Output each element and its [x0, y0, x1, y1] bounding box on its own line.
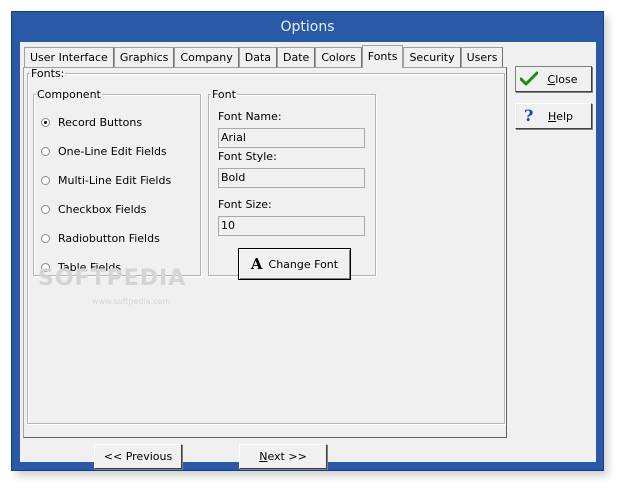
font-name-field[interactable]: Arial	[218, 128, 365, 148]
close-label: Close	[547, 72, 578, 86]
radio-label: Radiobutton Fields	[58, 232, 160, 245]
change-font-label: Change Font	[268, 257, 339, 271]
font-size-field[interactable]: 10	[218, 216, 365, 236]
radio-circle-selected	[41, 118, 50, 127]
font-letter-icon: A	[250, 255, 263, 273]
font-size-label: Font Size:	[218, 198, 272, 211]
radio-record-buttons[interactable]: Record Buttons	[41, 116, 142, 129]
fonts-tab-panel: Fonts: Component Record Buttons One-Line…	[23, 67, 507, 438]
next-label: Next >>	[259, 450, 307, 463]
question-icon: ?	[524, 106, 534, 125]
radio-circle	[41, 234, 50, 243]
previous-label: << Previous	[103, 450, 173, 463]
fonts-group-title: Fonts:	[31, 67, 65, 80]
tab-company[interactable]: Company	[174, 47, 239, 67]
previous-button[interactable]: << Previous	[94, 444, 182, 469]
component-group: Component Record Buttons One-Line Edit F…	[33, 88, 201, 276]
radio-one-line-edit-fields[interactable]: One-Line Edit Fields	[41, 145, 167, 158]
radio-label: One-Line Edit Fields	[58, 145, 167, 158]
font-style-label: Font Style:	[218, 150, 277, 163]
client-area: User Interface Graphics Company Data Dat…	[20, 42, 596, 469]
radio-circle	[41, 147, 50, 156]
font-style-field[interactable]: Bold	[218, 168, 365, 188]
window-title: Options	[280, 19, 335, 35]
tab-graphics[interactable]: Graphics	[113, 47, 175, 67]
next-button[interactable]: Next >>	[239, 444, 327, 469]
tab-colors[interactable]: Colors	[315, 47, 362, 67]
font-name-label: Font Name:	[218, 110, 282, 123]
tab-security[interactable]: Security	[403, 47, 461, 67]
close-button[interactable]: Close	[515, 66, 592, 92]
component-group-title: Component	[37, 88, 101, 101]
change-font-button[interactable]: A Change Font	[238, 248, 351, 280]
help-button[interactable]: ? Help	[515, 103, 592, 129]
font-group: Font Font Name: Arial Font Style: Bold F…	[208, 88, 376, 280]
tab-fonts[interactable]: Fonts	[361, 45, 404, 68]
radio-checkbox-fields[interactable]: Checkbox Fields	[41, 203, 146, 216]
radio-circle	[41, 205, 50, 214]
tab-strip: User Interface Graphics Company Data Dat…	[24, 45, 504, 68]
help-label: Help	[547, 109, 574, 123]
radio-circle	[41, 176, 50, 185]
tab-users[interactable]: Users	[460, 47, 504, 67]
tab-data[interactable]: Data	[238, 47, 278, 67]
options-window: Options User Interface Graphics Company …	[11, 11, 604, 471]
tab-user-interface[interactable]: User Interface	[24, 47, 114, 67]
title-bar[interactable]: Options	[12, 12, 603, 42]
radio-circle	[41, 263, 50, 272]
radio-label: Multi-Line Edit Fields	[58, 174, 172, 187]
radio-label: Checkbox Fields	[58, 203, 147, 216]
check-icon	[520, 71, 538, 86]
tab-date[interactable]: Date	[277, 47, 316, 67]
radio-label: Record Buttons	[58, 116, 143, 129]
radio-label: Table Fields	[58, 261, 122, 274]
radio-multi-line-edit-fields[interactable]: Multi-Line Edit Fields	[41, 174, 171, 187]
font-group-title: Font	[212, 88, 236, 101]
radio-radiobutton-fields[interactable]: Radiobutton Fields	[41, 232, 160, 245]
radio-table-fields[interactable]: Table Fields	[41, 261, 121, 274]
